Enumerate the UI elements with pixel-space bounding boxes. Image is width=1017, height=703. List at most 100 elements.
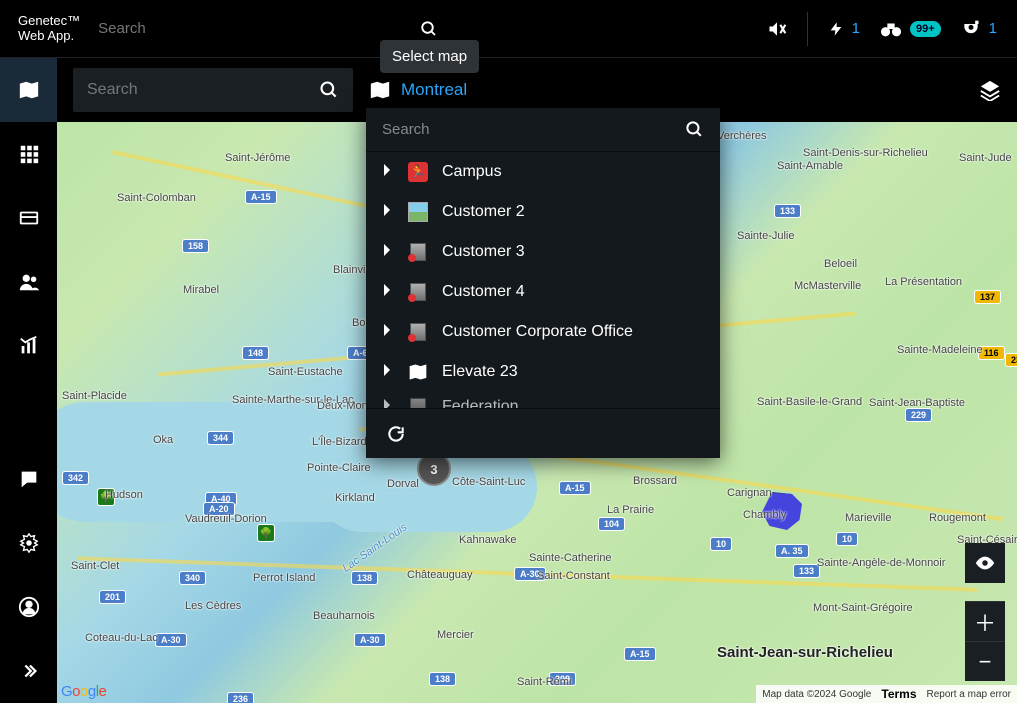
highway-badge: 104	[598, 517, 625, 531]
map-label: Sainte-Madeleine	[897, 344, 983, 356]
dropdown-item-customer4[interactable]: Customer 4	[366, 272, 720, 312]
item-label: Federation	[442, 398, 519, 408]
highway-badge: 158	[182, 239, 209, 253]
alarms-status[interactable]: 99+	[880, 20, 941, 38]
sidebar-settings[interactable]	[0, 511, 57, 575]
item-label: Campus	[442, 163, 502, 181]
zoom-out-button[interactable]: −	[965, 641, 1005, 681]
sidebar-people[interactable]	[0, 250, 57, 314]
terms-link[interactable]: Terms	[881, 687, 916, 701]
map-label: Saint-Jean-sur-Richelieu	[717, 644, 893, 661]
current-map-name: Montreal	[401, 80, 467, 100]
highway-badge: 229	[905, 408, 932, 422]
map-label: La Prairie	[607, 504, 654, 516]
dropdown-search-input[interactable]	[382, 121, 685, 138]
map-label: Saint-Placide	[62, 390, 127, 402]
dropdown-item-corporate[interactable]: Customer Corporate Office	[366, 312, 720, 352]
highway-badge: A. 35	[775, 544, 809, 558]
item-label: Customer 3	[442, 243, 525, 261]
area-icon	[408, 322, 428, 342]
dropdown-search[interactable]	[366, 108, 720, 152]
map-label: Saint-Rémi	[517, 676, 571, 688]
camera-dome-icon	[961, 20, 981, 38]
search-icon[interactable]	[319, 80, 339, 100]
report-link[interactable]: Report a map error	[927, 689, 1011, 700]
sidebar-card[interactable]	[0, 186, 57, 250]
sidebar-maps[interactable]	[0, 58, 57, 122]
area-icon	[408, 397, 428, 408]
brand-logo: Genetec™ Web App.	[0, 14, 98, 44]
highway-badge: A-15	[245, 190, 277, 204]
dropdown-item-campus[interactable]: 🏃 Campus	[366, 152, 720, 192]
sidebar-tiles[interactable]	[0, 122, 57, 186]
select-map-tooltip: Select map	[380, 40, 479, 73]
highway-badge: 231	[1005, 353, 1017, 367]
map-selector-dropdown: 🏃 Campus Customer 2 Customer 3 Customer …	[366, 108, 720, 458]
mapdata-text: Map data ©2024 Google	[762, 689, 871, 700]
map-label: Saint-Clet	[71, 560, 119, 572]
map-label: Côte-Saint-Luc	[452, 476, 525, 488]
chevron-right-icon	[382, 398, 392, 409]
binoculars-icon	[880, 20, 902, 38]
map-label: Saint-Colomban	[117, 192, 196, 204]
highway-badge: 138	[429, 672, 456, 686]
map-search-input[interactable]	[87, 81, 319, 99]
highway-badge: 236	[227, 692, 254, 703]
chevron-right-icon	[382, 323, 392, 342]
search-icon[interactable]	[408, 20, 450, 38]
map-label: Châteauguay	[407, 569, 472, 581]
map-label: Chambly	[743, 509, 786, 521]
highway-badge: 138	[351, 571, 378, 585]
map-breadcrumb[interactable]: Montreal	[369, 79, 467, 101]
map-label: Beauharnois	[313, 610, 375, 622]
highway-badge: A-30	[354, 633, 386, 647]
map-label: McMasterville	[794, 280, 861, 292]
chevron-right-icon	[382, 203, 392, 222]
map-label: Kirkland	[335, 492, 375, 504]
google-logo: Google	[61, 683, 106, 700]
lightning-icon	[828, 19, 844, 39]
map-label: Coteau-du-Lac	[85, 632, 158, 644]
zoom-in-button[interactable]: ＋	[965, 601, 1005, 641]
camera-status[interactable]: 1	[961, 20, 997, 38]
item-label: Customer 2	[442, 203, 525, 221]
chevron-right-icon	[382, 243, 392, 262]
chevron-right-icon	[382, 163, 392, 182]
mute-icon[interactable]	[767, 19, 787, 39]
area-icon	[408, 282, 428, 302]
dropdown-item-federation[interactable]: Federation	[366, 392, 720, 408]
dropdown-item-customer3[interactable]: Customer 3	[366, 232, 720, 272]
events-count: 1	[852, 20, 860, 37]
highway-badge: A-30	[155, 633, 187, 647]
visibility-button[interactable]	[965, 543, 1005, 583]
sidebar-account[interactable]	[0, 575, 57, 639]
map-attribution: Map data ©2024 Google Terms Report a map…	[756, 685, 1017, 703]
global-search-input[interactable]	[98, 20, 408, 37]
map-search[interactable]	[73, 68, 353, 112]
global-search[interactable]	[98, 12, 408, 45]
map-label: Dorval	[387, 478, 419, 490]
map-label: La Présentation	[885, 276, 962, 288]
item-label: Customer 4	[442, 283, 525, 301]
sidebar-expand[interactable]	[0, 639, 57, 703]
area-icon	[408, 242, 428, 262]
map-icon	[369, 79, 391, 101]
park-marker-icon: 🌳	[257, 524, 275, 542]
divider	[807, 12, 808, 46]
sidebar-chat[interactable]	[0, 447, 57, 511]
events-status[interactable]: 1	[828, 19, 860, 39]
search-icon[interactable]	[685, 120, 704, 139]
highway-badge: A-15	[624, 647, 656, 661]
chevron-right-icon	[382, 283, 392, 302]
map-label: Oka	[153, 434, 173, 446]
map-label: Hudson	[105, 489, 143, 501]
layers-icon[interactable]	[979, 79, 1001, 101]
map-label: Saint-Jérôme	[225, 152, 290, 164]
highway-badge: 340	[179, 571, 206, 585]
sidebar-reports[interactable]	[0, 314, 57, 378]
map-label: Saint-Basile-le-Grand	[757, 396, 862, 408]
dropdown-item-elevate[interactable]: Elevate 23	[366, 352, 720, 392]
dropdown-item-customer2[interactable]: Customer 2	[366, 192, 720, 232]
refresh-icon[interactable]	[386, 424, 406, 444]
map-label: Pointe-Claire	[307, 462, 371, 474]
